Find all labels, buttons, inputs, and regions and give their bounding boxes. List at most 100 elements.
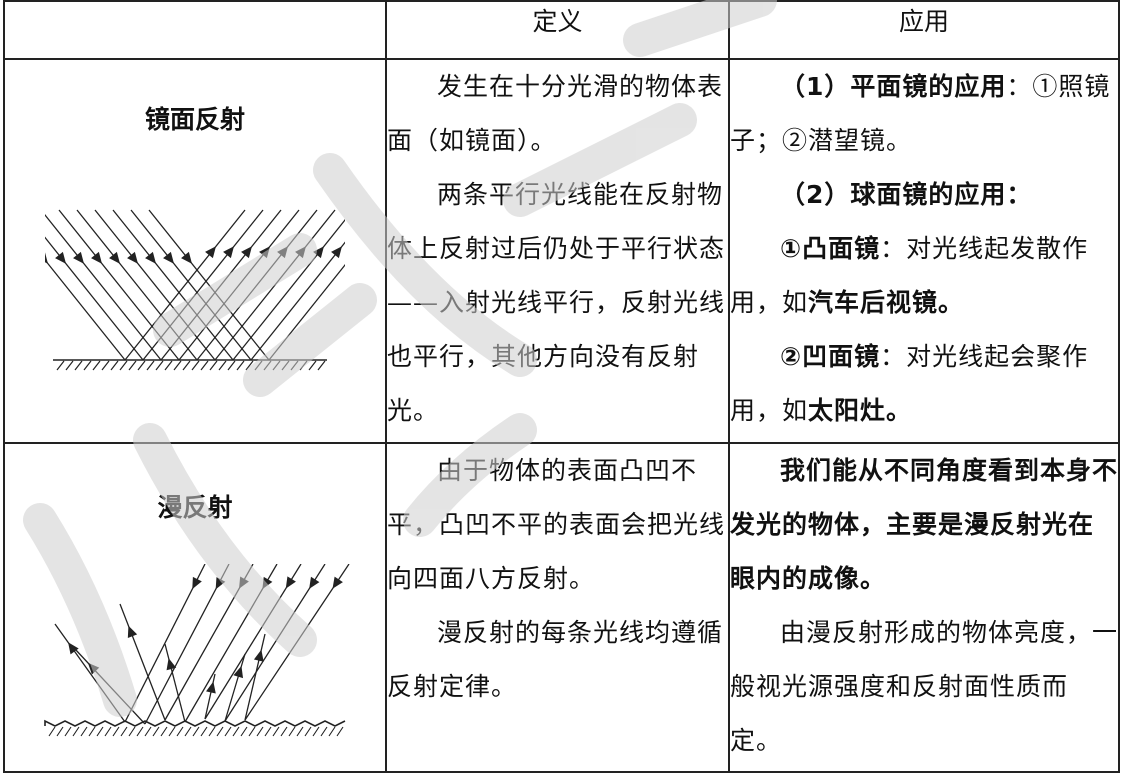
ray-line xyxy=(245,360,254,371)
ray-line xyxy=(191,360,200,371)
ray-line xyxy=(128,726,136,737)
arrowhead xyxy=(127,251,138,264)
diffuse-label: 漫反射 xyxy=(157,493,233,522)
ray-line xyxy=(148,209,270,361)
arrowhead xyxy=(166,658,177,671)
arrowhead xyxy=(181,251,192,264)
ray-line xyxy=(74,648,146,725)
reflection-table: 定义 应用 镜面反射 发生在十分光滑的物体表面（如镜面）。 两条平行光线能在反射… xyxy=(3,0,1120,773)
arrowhead xyxy=(239,576,249,589)
ray-line xyxy=(120,726,128,737)
ray-line xyxy=(320,726,328,737)
arrowhead xyxy=(145,251,156,264)
arrowhead xyxy=(206,681,216,694)
specular-definition-p1: 发生在十分光滑的物体表面（如镜面）。 xyxy=(387,72,724,155)
solar-cooker-text: 太阳灶。 xyxy=(808,396,913,425)
ray-line xyxy=(164,643,186,723)
specular-definition-p2: 两条平行光线能在反射物体上反射过后仍处于平行状态——入射光线平行，反射光线也平行… xyxy=(387,180,726,425)
ray-line xyxy=(48,726,56,737)
ray-line xyxy=(192,726,200,737)
ray-line xyxy=(168,726,176,737)
arrowhead xyxy=(295,246,306,259)
ray-line xyxy=(164,360,173,371)
arrowhead xyxy=(45,252,48,264)
ray-line xyxy=(94,209,216,361)
ray-line xyxy=(232,726,240,737)
arrowhead xyxy=(277,246,288,259)
specular-application-cell: （1）平面镜的应用：①照镜子；②潜望镜。 （2）球面镜的应用： ①凸面镜：对光线… xyxy=(728,58,1120,444)
header-application: 应用 xyxy=(728,0,1120,60)
ray-line xyxy=(65,360,74,371)
ray-line xyxy=(264,726,272,737)
arrowhead xyxy=(223,246,234,259)
ray-line xyxy=(45,213,162,361)
ray-line xyxy=(173,360,182,371)
specular-label: 镜面反射 xyxy=(144,105,245,134)
ray-line xyxy=(209,360,218,371)
ray-line xyxy=(208,726,216,737)
specular-reflection-diagram xyxy=(45,209,345,371)
specular-application-p4: ②凹面镜：对光线起会聚作用，如太阳灶。 xyxy=(730,330,1118,438)
arrowhead xyxy=(259,246,270,259)
diffuse-definition-cell: 由于物体的表面凸凹不平，凸凹不平的表面会把光线向四面八方反射。 漫反射的每条光线… xyxy=(385,442,730,773)
ray-line xyxy=(200,360,209,371)
ray-line xyxy=(152,726,160,737)
ray-line xyxy=(64,726,72,737)
diffuse-label-cell: 漫反射 xyxy=(3,442,387,773)
ray-line xyxy=(216,726,224,737)
ray-line xyxy=(224,653,246,722)
arrowhead xyxy=(331,246,342,259)
row-specular: 镜面反射 发生在十分光滑的物体表面（如镜面）。 两条平行光线能在反射物体上反射过… xyxy=(3,58,1120,444)
ray-line xyxy=(272,360,281,371)
ray-line xyxy=(336,726,344,737)
ray-line xyxy=(227,360,236,371)
ray-line xyxy=(182,360,191,371)
ray-line xyxy=(119,603,166,721)
arrowhead xyxy=(215,577,226,590)
arrowhead xyxy=(241,246,252,259)
ray-line xyxy=(244,633,266,721)
arrowhead xyxy=(73,251,84,264)
ray-line xyxy=(250,241,345,361)
ray-line xyxy=(155,360,164,371)
ray-line xyxy=(308,360,317,371)
arrowhead xyxy=(55,251,66,264)
diffuse-reflection-diagram xyxy=(44,564,350,737)
ray-line xyxy=(96,726,104,737)
ray-line xyxy=(54,623,126,723)
convex-mirror-label: ①凸面镜 xyxy=(780,234,881,263)
ray-line xyxy=(80,726,88,737)
ray-line xyxy=(256,726,264,737)
ray-line xyxy=(137,360,146,371)
ray-line xyxy=(290,360,299,371)
ray-line xyxy=(128,360,137,371)
ray-line xyxy=(112,209,234,361)
arrowhead xyxy=(332,576,343,589)
arrowhead xyxy=(91,251,102,264)
ray-line xyxy=(112,726,120,737)
ray-line xyxy=(88,726,96,737)
arrowhead xyxy=(253,649,264,662)
ray-line xyxy=(144,726,152,737)
ray-line xyxy=(76,209,198,361)
ray-line xyxy=(204,673,216,720)
header-definition: 定义 xyxy=(385,0,730,60)
arrowhead xyxy=(68,642,79,655)
arrowhead xyxy=(192,576,202,590)
concave-mirror-label: ②凹面镜 xyxy=(780,342,881,371)
diffuse-definition-p1: 由于物体的表面凸凹不平，凸凹不平的表面会把光线向四面八方反射。 xyxy=(387,456,726,593)
ray-line xyxy=(72,726,80,737)
ray-line xyxy=(280,726,288,737)
specular-application-p2: （2）球面镜的应用： xyxy=(730,168,1118,222)
arrowhead xyxy=(205,246,216,259)
plane-mirror-heading: （1）平面镜的应用 xyxy=(780,72,1007,101)
ray-line xyxy=(288,726,296,737)
spherical-mirror-heading: （2）球面镜的应用： xyxy=(780,180,1033,209)
ray-line xyxy=(296,726,304,737)
ray-line xyxy=(299,360,308,371)
ray-line xyxy=(312,726,320,737)
ray-line xyxy=(218,360,227,371)
specular-application-p1: （1）平面镜的应用：①照镜子；②潜望镜。 xyxy=(730,60,1118,168)
ray-line xyxy=(83,360,92,371)
diffuse-application-cell: 我们能从不同角度看到本身不发光的物体，主要是漫反射光在眼内的成像。 由漫反射形成… xyxy=(728,442,1120,773)
